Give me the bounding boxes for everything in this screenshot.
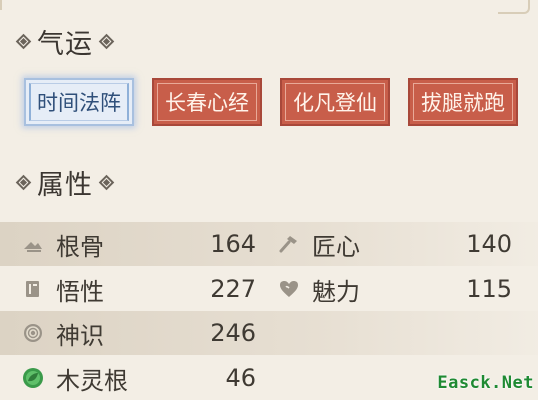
stat-charm: 魅力 115 [278,267,518,311]
stat-spirit: 神识 246 [22,311,262,355]
section-title-fortune: 气运 [18,22,112,61]
stat-value: 46 [225,364,256,392]
section-title-fortune-label: 气运 [37,29,93,60]
diamond-ornament-icon [101,36,112,47]
stat-row: 神识 246 [0,311,538,355]
fortune-tag-huafan[interactable]: 化凡登仙 [280,78,390,126]
stat-comprehension: 悟性 227 [22,267,262,311]
stat-name: 悟性 [56,277,104,306]
diamond-ornament-icon [18,177,29,188]
stat-value: 246 [210,319,256,347]
hammer-icon [278,233,300,255]
section-title-attributes-label: 属性 [37,170,93,201]
book-icon [22,278,44,300]
frame-corner-right [498,0,530,14]
fortune-tag-time-array[interactable]: 时间法阵 [24,78,134,126]
fortune-tag-label: 时间法阵 [37,91,121,115]
stat-name: 木灵根 [56,366,128,395]
section-title-attributes: 属性 [18,163,112,202]
fortune-tag-run-away[interactable]: 拔腿就跑 [408,78,518,126]
stat-craft: 匠心 140 [278,222,518,266]
stat-value: 164 [210,230,256,258]
fortune-tag-label: 长春心经 [165,91,249,115]
stat-row: 悟性 227 魅力 115 [0,267,538,311]
diamond-ornament-icon [101,177,112,188]
stat-name: 魅力 [312,277,360,306]
mountain-icon [22,233,44,255]
heart-icon [278,278,300,300]
stat-name: 神识 [56,321,104,350]
diamond-ornament-icon [18,36,29,47]
watermark: Easck.Net [437,373,534,393]
frame-corner-left [0,0,42,10]
stat-root-bone: 根骨 164 [22,222,262,266]
stat-value: 115 [466,275,512,303]
stat-name: 匠心 [312,232,360,261]
stat-value: 140 [466,230,512,258]
spiral-icon [22,322,44,344]
fortune-tag-label: 拔腿就跑 [421,91,505,115]
stat-name: 根骨 [56,232,104,261]
stat-row: 根骨 164 匠心 140 [0,222,538,266]
fortune-tag-changchun[interactable]: 长春心经 [152,78,262,126]
stat-wood-root: 木灵根 46 [22,356,262,400]
stat-value: 227 [210,275,256,303]
wood-leaf-icon [22,367,44,389]
fortune-tag-label: 化凡登仙 [293,91,377,115]
